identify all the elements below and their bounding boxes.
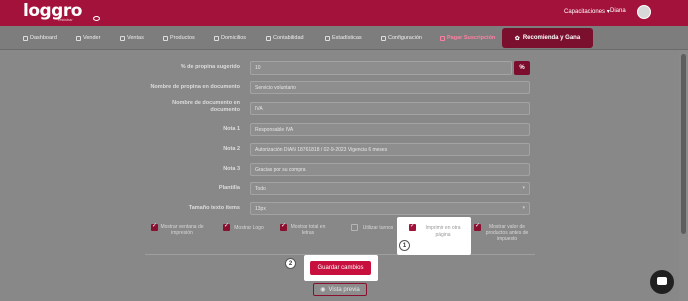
nav-dashboard-label: Dashboard [30, 35, 57, 41]
capacitaciones-menu[interactable]: Capacitaciones ▾ [564, 8, 610, 15]
tip-label: % de propina sugerido [180, 64, 240, 70]
nav-estadisticas[interactable]: Estadísticas [325, 35, 362, 41]
doc-name-input[interactable]: IVA [250, 102, 530, 115]
tamano-select[interactable]: 13px ▾ [250, 202, 530, 215]
scrollbar-thumb[interactable] [681, 54, 686, 234]
capacitaciones-label: Capacitaciones [564, 9, 606, 15]
nav-productos-label: Productos [170, 35, 195, 41]
scrollbar[interactable] [679, 50, 688, 301]
nav-configuracion[interactable]: Configuración [381, 35, 422, 41]
save-button[interactable]: Guardar cambios [310, 261, 371, 275]
checkbox-ventana-label: Mostrar ventana de impresión [160, 224, 204, 236]
highlight-popup-save: Guardar cambios [304, 255, 378, 281]
tamano-label: Tamaño texto ítems [188, 205, 240, 211]
nav-vender-label: Vender [83, 35, 101, 41]
nav-vender[interactable]: Vender [76, 35, 100, 41]
checkbox-otra-pagina-label: Imprimir en otra página [425, 225, 461, 238]
checkbox-turnos-label: Utilizar turnos [362, 225, 394, 231]
nota2-label: Nota 2 [223, 146, 240, 152]
bike-icon [214, 35, 219, 41]
tag-icon [120, 35, 125, 41]
chevron-down-icon: ▾ [522, 205, 525, 211]
checkbox-valor[interactable] [474, 222, 481, 231]
box-icon [163, 35, 168, 41]
gear-icon [381, 35, 386, 41]
tip-name-label: Nombre de propina en documento [150, 84, 240, 90]
step-badge-2: 2 [285, 258, 296, 269]
tip-input[interactable]: 10 [250, 61, 512, 75]
preview-label: Vista previa [328, 286, 360, 293]
chart-icon [325, 35, 330, 41]
nota3-label: Nota 3 [223, 166, 240, 172]
dashboard-icon [23, 35, 28, 41]
nav-estadisticas-label: Estadísticas [332, 35, 362, 41]
chat-icon[interactable] [650, 270, 674, 294]
nav-contabilidad-label: Contabilidad [273, 35, 304, 41]
checkbox-logo[interactable] [223, 222, 230, 231]
doc-name-label: Nombre de documento en documento [172, 100, 240, 113]
step-badge-1: 1 [399, 240, 410, 251]
percent-addon: % [514, 61, 530, 75]
plantilla-label: Plantilla [218, 185, 240, 191]
tip-name-input[interactable]: Servicio voluntario [250, 81, 530, 94]
nota3-input[interactable]: Gracias por su compra [250, 163, 530, 176]
nota2-input[interactable]: Autorización DIAN 18761818 / 02-9-2023 V… [250, 143, 530, 156]
recommend-button[interactable]: ✿ Recomienda y Gana [502, 28, 593, 48]
nav-dashboard[interactable]: Dashboard [23, 35, 57, 41]
gift-icon: ✿ [514, 35, 520, 42]
logo[interactable]: loggro [23, 3, 82, 20]
nota1-label: Nota 1 [223, 126, 240, 132]
nav-ventas-label: Ventas [127, 35, 144, 41]
nav-pagar-label: Pagar Suscripción [447, 35, 496, 41]
avatar[interactable] [637, 5, 651, 19]
highlight-popup-print: Imprimir en otra página 1 [397, 217, 471, 255]
nav-contabilidad[interactable]: Contabilidad [266, 35, 304, 41]
nav-productos[interactable]: Productos [163, 35, 195, 41]
nav-domicilios[interactable]: Domicilios [214, 35, 246, 41]
nav-configuracion-label: Configuración [388, 35, 422, 41]
checkbox-logo-label: Mostrar Logo [234, 225, 264, 231]
card-icon [440, 35, 445, 41]
nav-domicilios-label: Domicilios [221, 35, 247, 41]
nav-ventas[interactable]: Ventas [120, 35, 144, 41]
chevron-down-icon: ▾ [522, 185, 525, 191]
checkbox-turnos[interactable] [351, 224, 358, 231]
top-bar: loggro restobar Capacitaciones ▾ Diana [0, 0, 688, 26]
checkbox-letras[interactable] [280, 222, 287, 231]
eye-icon[interactable] [93, 16, 100, 21]
cart-icon [76, 35, 81, 41]
nota1-input[interactable]: Responsable IVA [250, 123, 530, 136]
plantilla-select[interactable]: Todo ▾ [250, 182, 530, 195]
user-name[interactable]: Diana [610, 8, 626, 14]
tamano-value: 13px [255, 206, 266, 212]
checkbox-ventana[interactable] [151, 222, 158, 231]
recommend-label: Recomienda y Gana [522, 35, 581, 41]
eye-icon: ◉ [320, 287, 326, 293]
checkbox-valor-label: Mostrar valor de productos antes de impu… [485, 224, 529, 242]
nav-pagar-suscripcion[interactable]: Pagar Suscripción [440, 35, 495, 41]
checkbox-otra-pagina[interactable] [409, 222, 416, 231]
checkbox-letras-label: Mostrar total en letras [290, 224, 326, 236]
bank-icon [266, 35, 271, 41]
plantilla-value: Todo [255, 186, 266, 192]
preview-button[interactable]: ◉ Vista previa [313, 283, 367, 296]
logo-subtitle: restobar [58, 17, 73, 22]
